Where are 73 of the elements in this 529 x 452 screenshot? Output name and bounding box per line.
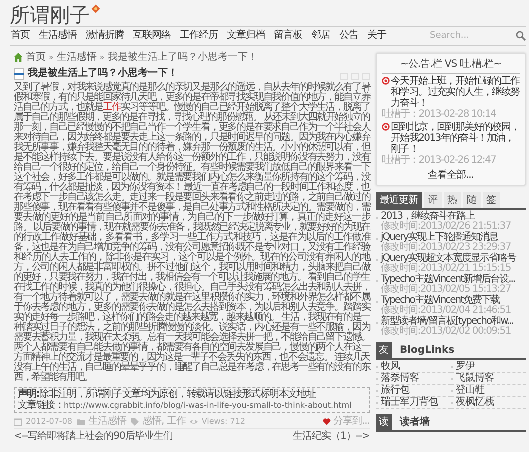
breadcrumb-link[interactable]: 生活感悟 (56, 52, 97, 63)
modified-time: 修改时间:2013/02/23 23:29:37 (381, 243, 511, 253)
sidebar-tab[interactable]: 最近更新 (376, 192, 422, 208)
announcement-time: 吐槽于：2013-02-28 10:14 (382, 109, 498, 120)
view-all-link[interactable]: 查看全部... (382, 168, 520, 182)
section-title: BlogLinks (400, 344, 455, 356)
site-title: 所谓刚子 (10, 4, 90, 26)
nav-link[interactable]: 生活感悟 (38, 29, 78, 43)
announcement-text: 回到北京，回到那美好的校园，开始我2013年的奋斗！加油，刚子！ (391, 122, 520, 155)
blog-link[interactable]: 夜枫忆栈 (451, 397, 526, 409)
text-link[interactable]: 工作 (103, 102, 121, 113)
breadcrumb-separator: » (100, 52, 105, 63)
eye-icon (190, 418, 198, 426)
nav-link[interactable]: 激情折腾 (85, 29, 125, 43)
recent-post-link[interactable]: Typecho主题Vincent新增后台设... (381, 275, 516, 285)
modified-time: 修改时间:2013/02/05 15:13:27 (381, 285, 512, 295)
home-icon[interactable] (14, 53, 23, 62)
blog-link[interactable]: 罗伊 (451, 361, 526, 373)
nav-link[interactable]: 邻居 (310, 29, 332, 43)
nav-link[interactable]: 工作经历 (179, 29, 219, 43)
document-icon (14, 68, 24, 80)
article-link-line: 文章链接：http://www.cgrabbit.info/blog/i-was-in-life-you-small-to-think-about.html (18, 400, 353, 411)
tag-icon (130, 418, 138, 426)
blog-link[interactable]: 落奈博客 (376, 373, 451, 385)
recent-post-link[interactable]: 新型读者墙/留言板[typecho和w... (381, 317, 514, 327)
section-title: 读者墙 (400, 416, 430, 429)
recent-post-link[interactable]: jQuery实现超文本宽度显示省略号 (381, 254, 516, 264)
current-page-title: 我是被生活上了吗？小思考一下！ (108, 52, 258, 63)
sidebar-tab[interactable]: 热 (444, 192, 461, 208)
panel-title: ~公.告.栏 VS 吐.槽.栏~ (382, 57, 520, 74)
folder-icon (76, 418, 84, 426)
diamond-icon (91, 4, 101, 14)
sidebar-tab[interactable]: 签 (482, 192, 500, 208)
recent-post-link[interactable]: 2013，继续奋斗在路上 (381, 212, 511, 222)
blog-link[interactable]: 瑞士军刀背包 (376, 397, 451, 409)
view-count: Views: 712 (202, 416, 246, 427)
next-post-link[interactable]: 生活纪实（1）--> (293, 431, 370, 442)
blog-link[interactable]: 旅行包 (376, 385, 451, 397)
breadcrumb-link[interactable]: 首页 (26, 52, 46, 63)
nav-link[interactable]: 关于 (366, 29, 388, 43)
announcement-text: 今天开始上班，开始忙碌的工作和学习。过充实的人生，继续努力奋斗！ (391, 76, 520, 109)
modified-time: 修改时间:2013/02/04 21:46:51 (381, 306, 511, 316)
nav-link[interactable]: 首页 (10, 29, 31, 43)
sidebar-tab[interactable]: 随 (463, 192, 480, 208)
article-title: 我是被生活上了吗？小思考一下！ (28, 68, 178, 80)
sidebar-tab[interactable]: 评 (424, 192, 442, 208)
post-date: 2012-07-08 (26, 416, 72, 427)
post-tags: 感悟, 工作 (142, 416, 186, 427)
announcement-time: 吐槽于：2013-02-26 12:47 (382, 155, 498, 166)
blog-link[interactable]: 飞鼠博客 (451, 373, 526, 385)
modified-time: 修改时间:2013/02/26 21:51:37 (381, 222, 511, 232)
article-url-link[interactable]: http://www.cgrabbit.info/blog/i-was-in-life-you-small-to-think-about.html (64, 401, 352, 410)
breadcrumb-separator: » (49, 52, 54, 63)
search-field[interactable]: Search... (430, 31, 510, 41)
heart-icon (323, 418, 332, 426)
statement-text: 声明:除非注明，所谓刚子文章均为原创，转载请以链接形式标明本文地址 (18, 389, 318, 400)
nav-link[interactable]: 互联网络 (132, 29, 172, 43)
search-icon[interactable] (516, 31, 526, 41)
calendar-icon (14, 418, 22, 426)
nav-link[interactable]: 文章归档 (226, 29, 266, 43)
previous-post-link[interactable]: <--写给即将踏上社会的90后毕业生们 (14, 431, 173, 442)
section-badge: 读 (376, 414, 392, 430)
recent-post-link[interactable]: jQuery实现上下轮播通知消息 (381, 233, 511, 243)
modified-time: 修改时间:2013/02/21 15:15:15 (381, 264, 512, 274)
section-badge: 友 (376, 342, 392, 358)
article-text: 又到了暑假，对我来说感觉真的是那么的亲切又是那么的遥远，自从去年的时候就么有了暑假和寒假，有的只是能回家待几天吧，更多的是在帝都寻找实现自我价值的地方，能自立养活自己的方式，也就是工作实习等等吧。慢慢的自己已经开始脱离了整个大学生活，脱离了属于自己的那些假期，更多的是在寻找，寻找心理的那份慰藉。 从还未到大四就开始独立的那一刻，自己已经慢慢的不把自己当作一个学生看，更多的是在要求自己作为一个半社会人来对待自己，因为始终都是要去走上这一条路的，只是时间迟早的问题。因为我在内心嫌弃我无所事事，嫌弃我整天毫无目的的待着，嫌弃那一份颓废的生活。小小的休憩可以有，但是不能这样持续下去。要是说没有人给你这一份额外的工作，只能说明你没有去努力，没有给自己一个很好的定位，给自己一个身份特征。有些时候需要我们放低自己的眼界来看一下这个社会，好多工作都是可以做的。就是需要我们内心怎么来衡量你所持有的这个筹码，没有筹码，什么都是扯淡，因为你没有资本！ 最近一直在考虑自己的一段时间工作和态度，也在考虑下一步自己该怎么走。走过来一段是要回头来看看你之前走过的路，之前自己做过的那些傻事，现在看看有些傻事并不是傻事，是自己处事方式和性格所决定的。需要做的，需要去做的更好的是当前自己所面对的事情，为自己的下一步做好打算，真正的走好这一步路。 以后要做的事情，现在就需要你去准备，我既然已经决定脱离专业，就要好好的为现在的行政工作做好基础，多看看书，多学习一些工作方式和技巧，这是在为以后的工作做准备，这也是在为自己增加竞争的筹码，没有公司愿意招你既不是专业对口，又没有工作经验和经历的人去工作的，除非你是在实习，这个可以是个例外。现在的公司没有养闲人的地方，公司的闲人都是非富即权的。拼不过他们这个，我可以用时间和精力，头脑来把自己做的更好，只要我在努力，我在付出，我相信会有一个可以让我施展的地方。 看到自己的学生在找工作的时候，我真的为他们很操心，很担心。自己手头没有筹码怎么出去和别人去拼，有一个地方待着就可以了，需要去做的就是在这里积攒你的实力，环境和外界怎么样都不属于你去考虑的地方，更多的需要你去做的是怎么去搭到资本，为以后和别人去竞争。踏踏实实的走好每一步路吧，这样你们的路会走的越来越宽，越来越顺的。 生活，我现在有的是一种踏实过日子的想法，之前的那些折腾慢慢的淡化。说实话，内心还是有一些不服输，因为需要去蓄积力量，我现在太柔弱。总有一天我可能会选择去拼一把，不能给自己留下遗憾。两个人都需要有自己能去做的事情，都需要有各自的空间去发展自己，慢慢的两个人在这一方面精神上的交流才是最重要的，因为这是一辈子不会丢失的东西，也不会遗忘。 连续几天没有上午的生活，自己睡的晕晕乎乎的，睡醒了自己总是在考虑，在思考一些有的没有的东西，希望能有用吧。 (14, 83, 370, 383)
blog-link[interactable]: 登山鞋 (451, 385, 526, 397)
nav-link[interactable]: 留言板 (273, 29, 304, 43)
modified-time: 修改时间:2013/02/02 00:09:51 (381, 327, 512, 337)
recent-post-link[interactable]: Typecho主题Vincent免费下载 (381, 296, 511, 306)
post-category: 生活感悟 (88, 416, 126, 427)
nav-link[interactable]: 公告 (338, 29, 360, 43)
blog-link[interactable]: 牧风 (376, 361, 451, 373)
